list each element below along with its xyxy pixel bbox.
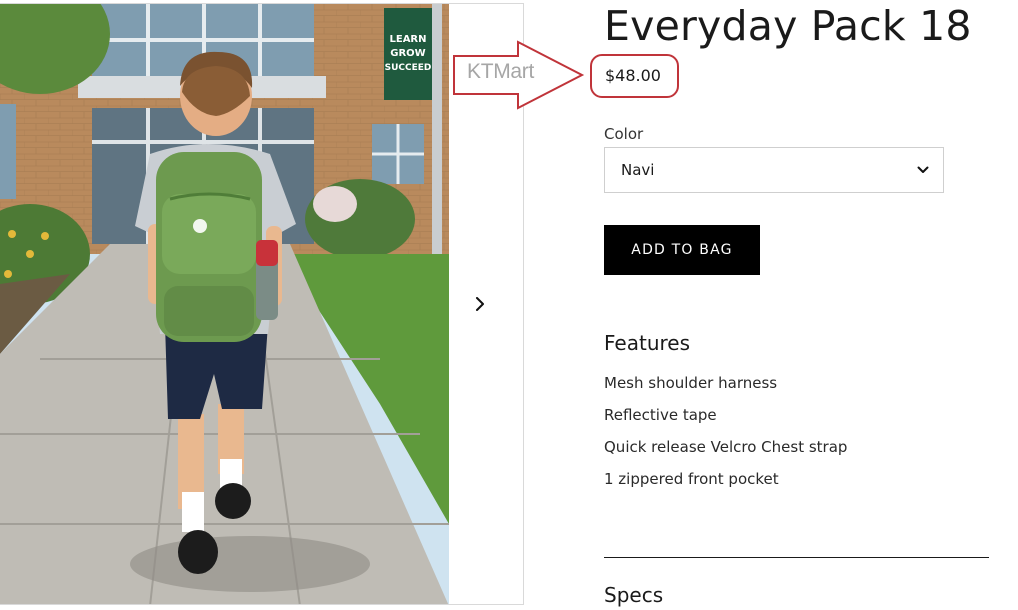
- product-title: Everyday Pack 18: [604, 2, 972, 50]
- features-heading: Features: [604, 331, 690, 355]
- svg-text:SUCCEED: SUCCEED: [385, 63, 432, 73]
- feature-item: Mesh shoulder harness: [604, 374, 778, 392]
- color-select-value: Navi: [621, 161, 655, 179]
- chevron-right-icon: [476, 297, 484, 311]
- product-photo[interactable]: LEARN GROW SUCCEED: [0, 4, 449, 604]
- chevron-down-icon: [917, 166, 929, 173]
- add-to-bag-button[interactable]: ADD TO BAG: [604, 225, 760, 275]
- feature-item: Reflective tape: [604, 406, 717, 424]
- section-divider: [604, 557, 989, 558]
- color-label: Color: [604, 125, 644, 143]
- color-select[interactable]: Navi: [604, 147, 944, 193]
- feature-item: Quick release Velcro Chest strap: [604, 438, 848, 456]
- specs-heading[interactable]: Specs: [604, 583, 663, 607]
- product-gallery: LEARN GROW SUCCEED: [0, 3, 524, 605]
- product-photo-illustration: LEARN GROW SUCCEED: [0, 4, 449, 604]
- gallery-next-button[interactable]: [457, 281, 503, 327]
- product-page: LEARN GROW SUCCEED KTMart Everyday Pack …: [0, 0, 1018, 610]
- watermark-text: KTMart: [467, 60, 535, 83]
- product-price: $48.00: [605, 66, 661, 85]
- svg-text:GROW: GROW: [390, 48, 425, 59]
- svg-text:LEARN: LEARN: [389, 34, 426, 45]
- features-list: Mesh shoulder harness Reflective tape Qu…: [604, 374, 847, 502]
- feature-item: 1 zippered front pocket: [604, 470, 779, 488]
